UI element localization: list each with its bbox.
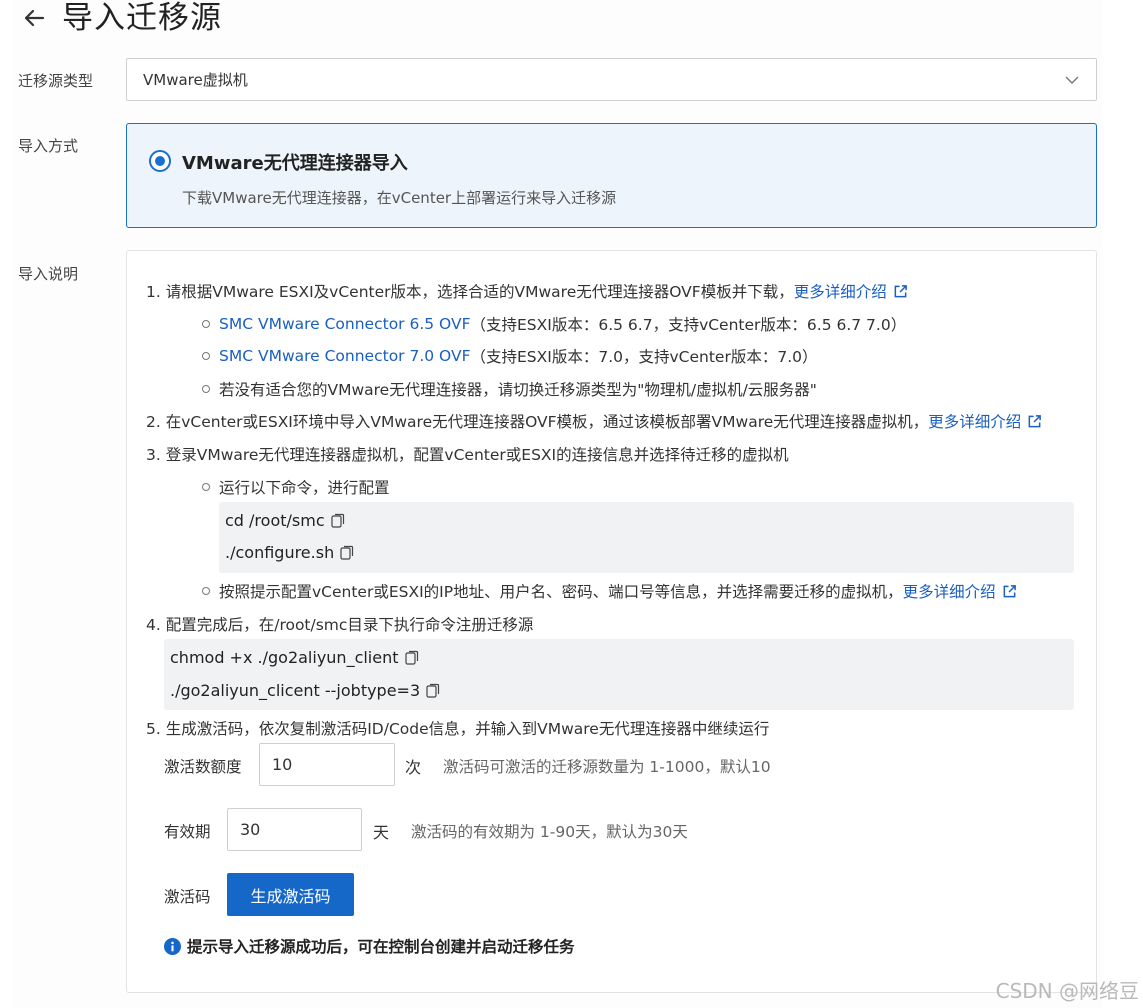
step-3: 3. 登录VMware无代理连接器虚拟机，配置vCenter或ESXI的连接信息… <box>146 443 789 465</box>
step-2-more-link[interactable]: 更多详细介绍 <box>928 410 1021 432</box>
source-type-label: 迁移源类型 <box>18 72 94 90</box>
code-line-client: ./go2aliyun_clicent --jobtype=3 <box>170 681 440 700</box>
bullet-icon <box>202 385 210 393</box>
back-button[interactable] <box>20 4 48 32</box>
step-1-more-link[interactable]: 更多详细介绍 <box>794 280 887 302</box>
ovf-65-note: （支持ESXI版本：6.5 6.7，支持vCenter版本：6.5 6.7 7.… <box>470 316 907 334</box>
config-code-block <box>219 502 1074 573</box>
validity-input[interactable] <box>227 808 362 851</box>
no-match-item: 若没有适合您的VMware无代理连接器，请切换迁移源类型为"物理机/虚拟机/云服… <box>202 378 817 400</box>
code-chmod-text: chmod +x ./go2aliyun_client <box>170 648 399 667</box>
source-type-select[interactable]: VMware虚拟机 <box>126 58 1097 101</box>
step-5-text: 5. 生成激活码，依次复制激活码ID/Code信息，并输入到VMware无代理连… <box>146 720 770 738</box>
step-1-text: 1. 请根据VMware ESXI及vCenter版本，选择合适的VMware无… <box>146 283 794 301</box>
ovf-70-link[interactable]: SMC VMware Connector 7.0 OVF <box>219 347 471 365</box>
bullet-icon <box>202 587 210 595</box>
external-link-icon[interactable] <box>1002 584 1017 599</box>
activation-code-label: 激活码 <box>164 888 211 906</box>
quota-label: 激活数额度 <box>164 758 242 776</box>
watermark: CSDN @网络豆 <box>995 979 1139 1003</box>
ovf-70-item: SMC VMware Connector 7.0 OVF （支持ESXI版本：7… <box>202 345 817 367</box>
code-client-text: ./go2aliyun_clicent --jobtype=3 <box>170 681 421 700</box>
step-3-more-link[interactable]: 更多详细介绍 <box>903 580 996 602</box>
code-cd-text: cd /root/smc <box>225 511 325 530</box>
source-type-value: VMware虚拟机 <box>143 71 248 89</box>
code-line-cd: cd /root/smc <box>225 511 345 530</box>
step-3-run-text: 运行以下命令，进行配置 <box>219 479 390 497</box>
copy-icon[interactable] <box>426 683 440 698</box>
step-5: 5. 生成激活码，依次复制激活码ID/Code信息，并输入到VMware无代理连… <box>146 717 769 739</box>
step-3-text: 3. 登录VMware无代理连接器虚拟机，配置vCenter或ESXI的连接信息… <box>146 446 789 464</box>
copy-icon[interactable] <box>331 513 345 528</box>
step-1: 1. 请根据VMware ESXI及vCenter版本，选择合适的VMware无… <box>146 280 908 302</box>
code-configure-text: ./configure.sh <box>225 543 335 562</box>
info-icon <box>164 937 181 955</box>
quota-hint: 激活码可激活的迁移源数量为 1-1000，默认10 <box>443 758 771 776</box>
import-method-label: 导入方式 <box>18 137 79 155</box>
validity-unit: 天 <box>373 823 390 842</box>
copy-icon[interactable] <box>404 650 419 665</box>
success-tip: 提示导入迁移源成功后，可在控制台创建并启动迁移任务 <box>164 935 575 957</box>
bullet-icon <box>202 483 210 491</box>
import-method-option[interactable]: VMware无代理连接器导入 下载VMware无代理连接器，在vCenter上部… <box>126 123 1097 228</box>
bullet-icon <box>202 352 210 360</box>
step-3-config-text: 按照提示配置vCenter或ESXI的IP地址、用户名、密码、端口号等信息，并选… <box>219 583 903 601</box>
code-line-configure: ./configure.sh <box>225 543 354 562</box>
ovf-65-item: SMC VMware Connector 6.5 OVF （支持ESXI版本：6… <box>202 313 906 335</box>
copy-icon[interactable] <box>340 545 354 560</box>
instructions-label: 导入说明 <box>18 265 79 283</box>
quota-input[interactable] <box>259 743 395 786</box>
step-4: 4. 配置完成后，在/root/smc目录下执行命令注册迁移源 <box>146 613 533 635</box>
chevron-down-icon <box>1065 76 1079 84</box>
no-match-text: 若没有适合您的VMware无代理连接器，请切换迁移源类型为"物理机/虚拟机/云服… <box>219 381 817 399</box>
bullet-icon <box>202 320 210 328</box>
import-method-title: VMware无代理连接器导入 <box>182 153 408 174</box>
ovf-65-link[interactable]: SMC VMware Connector 6.5 OVF <box>219 315 471 333</box>
external-link-icon[interactable] <box>1027 414 1042 429</box>
step-3-config-item: 按照提示配置vCenter或ESXI的IP地址、用户名、密码、端口号等信息，并选… <box>202 580 1017 602</box>
import-method-description: 下载VMware无代理连接器，在vCenter上部署运行来导入迁移源 <box>182 189 617 207</box>
code-line-chmod: chmod +x ./go2aliyun_client <box>170 648 419 667</box>
validity-label: 有效期 <box>164 823 211 841</box>
step-2: 2. 在vCenter或ESXI环境中导入VMware无代理连接器OVF模板，通… <box>146 410 1042 432</box>
radio-selected-icon[interactable] <box>149 150 171 172</box>
validity-hint: 激活码的有效期为 1-90天，默认为30天 <box>411 823 688 841</box>
step-4-text: 4. 配置完成后，在/root/smc目录下执行命令注册迁移源 <box>146 616 534 634</box>
external-link-icon[interactable] <box>893 284 908 299</box>
step-2-text: 2. 在vCenter或ESXI环境中导入VMware无代理连接器OVF模板，通… <box>146 413 929 431</box>
page-header: 导入迁移源 <box>20 0 222 36</box>
back-arrow-icon <box>24 9 45 27</box>
page-title: 导入迁移源 <box>62 0 222 36</box>
ovf-70-note: （支持ESXI版本：7.0，支持vCenter版本：7.0） <box>470 348 818 366</box>
quota-unit: 次 <box>405 758 422 777</box>
generate-code-button[interactable]: 生成激活码 <box>227 873 354 916</box>
success-tip-text: 提示导入迁移源成功后，可在控制台创建并启动迁移任务 <box>187 938 575 956</box>
step-3-run-item: 运行以下命令，进行配置 <box>202 476 390 498</box>
